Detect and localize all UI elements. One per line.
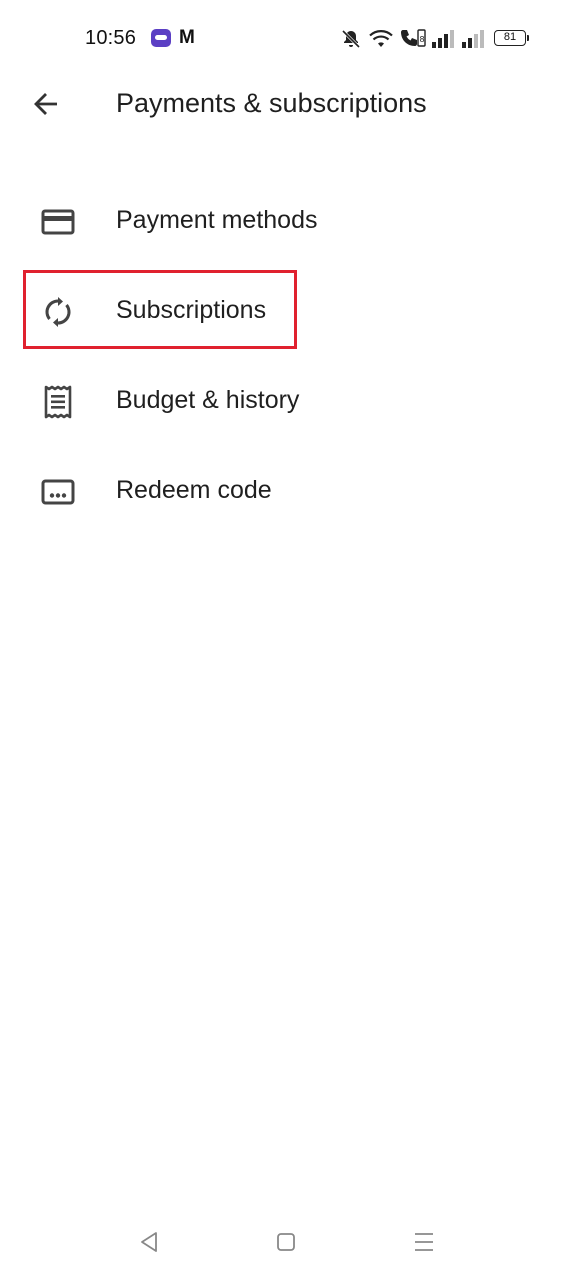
back-button[interactable] (26, 84, 66, 124)
m-notification-icon: M (179, 27, 195, 48)
redeem-code-icon (38, 474, 78, 510)
nav-back-button[interactable] (129, 1224, 169, 1260)
signal-icon (462, 30, 484, 48)
recents-menu-icon (415, 1233, 433, 1251)
battery-icon: 81 (494, 30, 529, 46)
signal-icon (432, 30, 454, 48)
menu-item-label: Budget & history (116, 386, 300, 414)
nav-home-button[interactable] (266, 1224, 306, 1260)
home-square-icon (277, 1233, 295, 1251)
menu-item-payment-methods[interactable]: Payment methods (0, 177, 576, 267)
status-time: 10:56 (85, 27, 137, 49)
receipt-icon (38, 384, 78, 420)
page-title: Payments & subscriptions (116, 88, 427, 118)
wifi-icon (369, 30, 393, 47)
menu-item-label: Redeem code (116, 476, 272, 504)
arrow-left-icon (34, 93, 57, 115)
menu-item-label: Subscriptions (116, 296, 267, 324)
back-triangle-icon (141, 1232, 157, 1252)
menu-item-subscriptions[interactable]: Subscriptions (0, 267, 576, 357)
menu-item-budget-history[interactable]: Budget & history (0, 357, 576, 447)
app-notification-icon (151, 29, 171, 47)
status-bar: 10:56 M 8 81 (0, 0, 576, 78)
bell-off-icon (341, 29, 361, 49)
battery-level: 81 (503, 31, 517, 43)
credit-card-icon (38, 204, 78, 240)
sync-icon (38, 294, 78, 330)
volte-call-icon: 8 (401, 29, 426, 47)
system-nav-bar (0, 1200, 576, 1280)
app-bar: Payments & subscriptions (0, 78, 576, 130)
nav-recents-button[interactable] (404, 1224, 444, 1260)
svg-text:8: 8 (420, 35, 425, 44)
menu-item-label: Payment methods (116, 206, 318, 234)
menu-item-redeem-code[interactable]: Redeem code (0, 447, 576, 537)
